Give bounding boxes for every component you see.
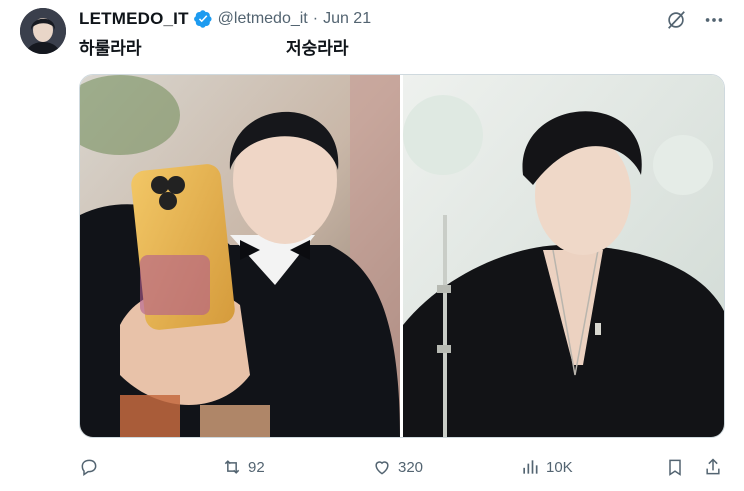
author-display-name[interactable]: LETMEDO_IT [79,9,189,29]
separator-dot: · [312,10,319,27]
bookmark-button[interactable] [665,455,685,479]
reply-button[interactable] [79,455,105,479]
author-handle[interactable]: @letmedo_it [218,10,308,28]
like-icon [375,461,389,475]
retweet-count: 92 [248,458,265,476]
tweet-text-right: 저숭라라 [286,39,349,58]
tweet-actions: 92 320 10K [79,455,725,479]
like-count: 320 [398,458,424,476]
share-icon [706,458,720,475]
like-button[interactable]: 320 [372,455,423,479]
views-count: 10K [546,458,573,476]
photo-right[interactable] [403,75,724,437]
photo-left[interactable] [80,75,400,437]
bookmark-icon [669,459,681,476]
grok-icon[interactable] [664,8,688,32]
retweet-button[interactable]: 92 [222,455,265,479]
views-icon [523,460,538,474]
more-icon[interactable] [702,8,726,32]
avatar[interactable] [20,8,66,54]
top-actions [664,8,726,32]
tweet-header: LETMEDO_IT @letmedo_it · Jun 21 [79,8,371,30]
media-grid[interactable] [79,74,725,438]
share-button[interactable] [703,455,723,479]
tweet-date[interactable]: Jun 21 [323,10,371,28]
retweet-icon [224,460,240,474]
tweet-text: 하룰라라 저숭라라 [79,34,679,58]
reply-icon [81,459,97,476]
views-button[interactable]: 10K [520,455,573,479]
verified-badge-icon [193,9,213,29]
tweet-text-left: 하룰라라 [79,39,142,58]
